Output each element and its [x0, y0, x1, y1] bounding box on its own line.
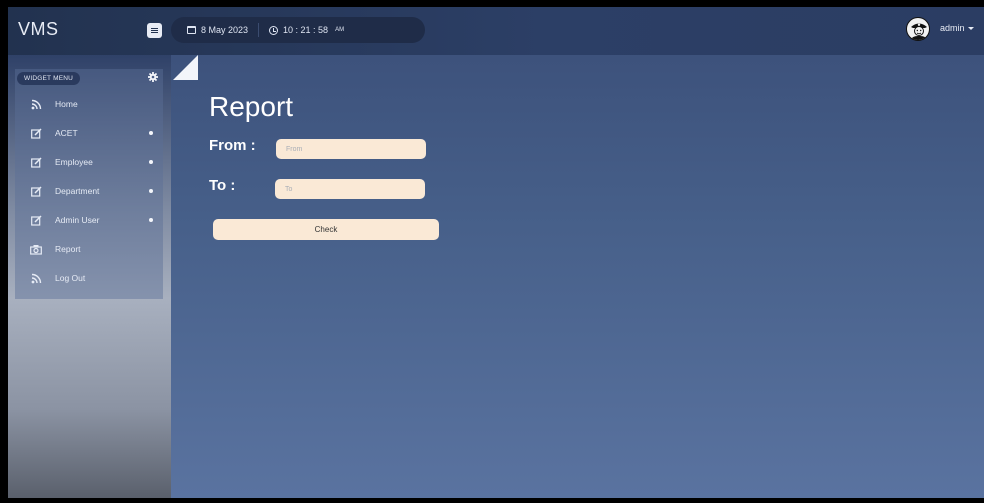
edit-icon: [30, 156, 42, 168]
rss-icon: [30, 272, 42, 284]
date-display: 8 May 2023: [187, 25, 248, 35]
calendar-icon: [187, 26, 196, 34]
user-name: admin: [940, 23, 965, 33]
edit-icon: [30, 127, 42, 139]
menu-toggle-button[interactable]: [147, 23, 162, 38]
rss-icon: [30, 98, 42, 110]
police-avatar-icon: [910, 23, 928, 40]
clock-icon: [269, 25, 279, 35]
sidebar: WIDGET MENU Home ACET Employee Departmen…: [8, 55, 171, 498]
to-input[interactable]: [275, 179, 425, 199]
top-bar: VMS 8 May 2023 10 : 21 : 58 AM admin: [8, 7, 984, 55]
sidebar-item-admin-user[interactable]: Admin User: [30, 212, 160, 228]
brand-logo[interactable]: VMS: [18, 19, 59, 40]
sidebar-item-label: Department: [55, 186, 100, 196]
time-ampm: AM: [335, 27, 345, 33]
sidebar-item-label: Employee: [55, 157, 93, 167]
gear-icon[interactable]: [148, 72, 158, 82]
time-text: 10 : 21 : 58: [283, 25, 329, 35]
page-title: Report: [209, 91, 294, 122]
sidebar-item-department[interactable]: Department: [30, 183, 160, 199]
app-window: VMS 8 May 2023 10 : 21 : 58 AM admin WID…: [8, 7, 984, 498]
sidebar-item-label: Home: [55, 99, 78, 109]
sidebar-item-label: Report: [55, 244, 81, 254]
edit-icon: [30, 185, 42, 197]
sidebar-item-label: ACET: [55, 128, 78, 138]
sidebar-item-label: Admin User: [55, 215, 100, 225]
corner-decoration: [173, 55, 198, 80]
from-label: From :: [209, 137, 256, 154]
sidebar-item-employee[interactable]: Employee: [30, 154, 160, 170]
sidebar-item-report[interactable]: Report: [30, 241, 160, 257]
sidebar-item-acet[interactable]: ACET: [30, 125, 160, 141]
camera-icon: [30, 243, 42, 255]
datetime-divider: [258, 23, 260, 37]
screen-frame: VMS 8 May 2023 10 : 21 : 58 AM admin WID…: [0, 0, 984, 503]
sidebar-item-log-out[interactable]: Log Out: [30, 270, 160, 286]
to-label: To :: [209, 177, 236, 194]
check-button[interactable]: Check: [213, 219, 439, 240]
avatar[interactable]: [906, 17, 930, 41]
edit-icon: [30, 214, 42, 226]
from-input[interactable]: [276, 139, 426, 159]
sidebar-item-label: Log Out: [55, 273, 86, 283]
sidebar-item-home[interactable]: Home: [30, 96, 160, 112]
status-dot: [149, 160, 153, 164]
datetime-pill: 8 May 2023 10 : 21 : 58 AM: [171, 17, 425, 43]
status-dot: [149, 131, 153, 135]
widget-menu-pill[interactable]: WIDGET MENU: [17, 72, 81, 85]
user-menu[interactable]: admin: [940, 23, 974, 33]
status-dot: [149, 189, 153, 193]
caret-down-icon: [967, 26, 974, 30]
hamburger-icon: [151, 28, 158, 33]
status-dot: [149, 218, 153, 222]
time-display: 10 : 21 : 58 AM: [269, 25, 344, 35]
date-text: 8 May 2023: [201, 25, 249, 35]
